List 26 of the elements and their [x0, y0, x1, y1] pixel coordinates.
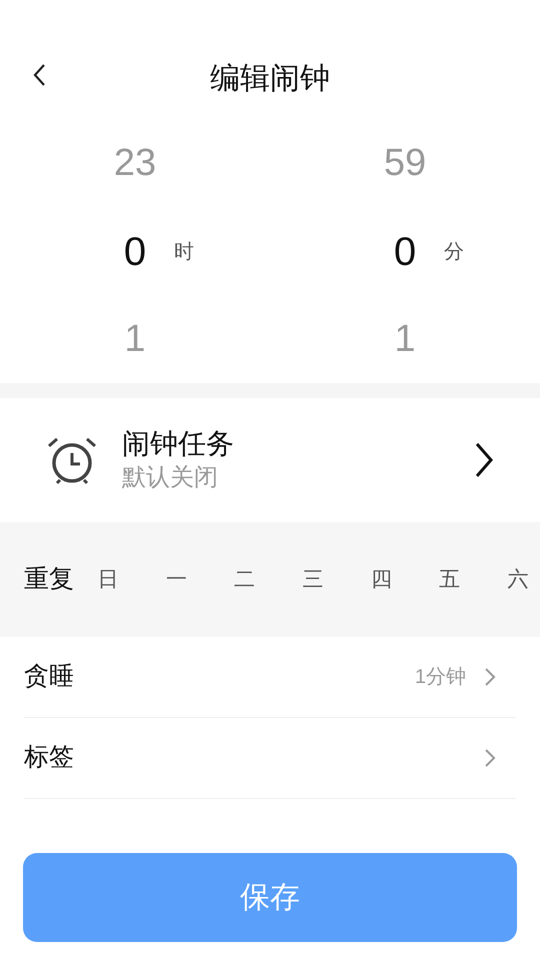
chevron-right-icon	[474, 442, 494, 478]
picker-unit: 时	[174, 240, 194, 264]
setting-label: 贪睡	[24, 661, 75, 692]
picker-selected-value[interactable]: 0	[124, 222, 146, 282]
chevron-right-icon	[484, 667, 496, 687]
alarm-task-row[interactable]: 闹钟任务 默认关闭	[0, 398, 540, 522]
weekday-button[interactable]: 一	[158, 564, 194, 596]
weekday-button[interactable]: 四	[363, 564, 400, 596]
repeat-label: 重复	[24, 564, 74, 595]
weekday-button[interactable]: 日	[90, 564, 126, 596]
setting-row[interactable]: 贪睡 1分钟	[24, 637, 516, 718]
chevron-right-icon	[484, 748, 496, 768]
back-icon	[32, 63, 46, 87]
weekday-button[interactable]: 五	[432, 564, 468, 596]
setting-label: 标签	[24, 742, 75, 774]
setting-row[interactable]: 标签	[24, 718, 516, 799]
setting-value: 1分钟	[414, 665, 466, 690]
task-subtitle: 默认关闭	[122, 463, 219, 493]
picker-selected-value[interactable]: 0	[394, 222, 416, 282]
picker-unit: 分	[444, 240, 464, 264]
weekday-button[interactable]: 六	[500, 564, 536, 596]
weekday-button[interactable]: 二	[226, 564, 263, 596]
page-title: 编辑闹钟	[210, 61, 330, 97]
weekday-button[interactable]: 三	[294, 564, 331, 596]
task-title: 闹钟任务	[122, 427, 235, 461]
alarm-clock-icon	[46, 436, 98, 484]
